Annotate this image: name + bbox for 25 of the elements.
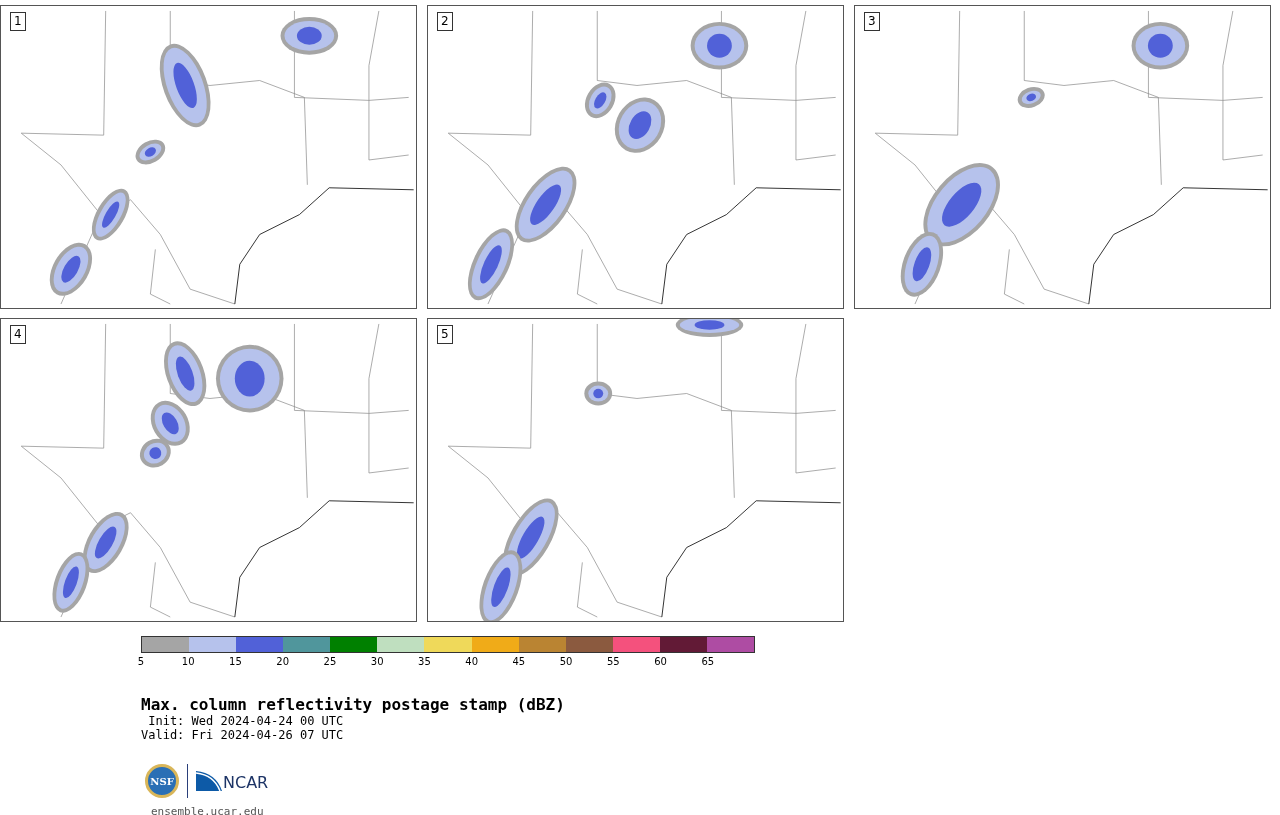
tick-label: 30: [370, 656, 384, 668]
panel-number: 1: [10, 12, 26, 31]
valid-time: Valid: Fri 2024-04-26 07 UTC: [141, 728, 345, 742]
tick-label: 5: [137, 656, 145, 668]
website-url: ensemble.ucar.edu: [151, 804, 265, 815]
tick-label: 55: [607, 656, 620, 668]
panel-number: 3: [864, 12, 880, 31]
panel-number: 5: [437, 325, 453, 344]
nsf-logo: NSF: [145, 764, 179, 798]
tick-label: 15: [229, 656, 242, 668]
tick-label: 25: [323, 656, 337, 668]
tick-label: 45: [512, 656, 526, 668]
ncar-logo: NCAR: [196, 771, 269, 791]
panel-number: 4: [10, 325, 26, 344]
tick-label: 20: [276, 656, 290, 668]
arc-icon: [196, 771, 222, 791]
tick-label: 50: [559, 656, 573, 668]
tick-label: 65: [701, 656, 715, 668]
tick-label: 10: [181, 656, 195, 668]
panel-number: 2: [437, 12, 453, 31]
chart-title: Max. column reflectivity postage stamp (dBZ): [141, 696, 566, 714]
init-time: Init: Wed 2024-04-24 00 UTC: [147, 714, 345, 728]
tick-label: 60: [654, 656, 667, 668]
tick-label: 35: [418, 656, 431, 668]
tick-label: 40: [465, 656, 478, 668]
